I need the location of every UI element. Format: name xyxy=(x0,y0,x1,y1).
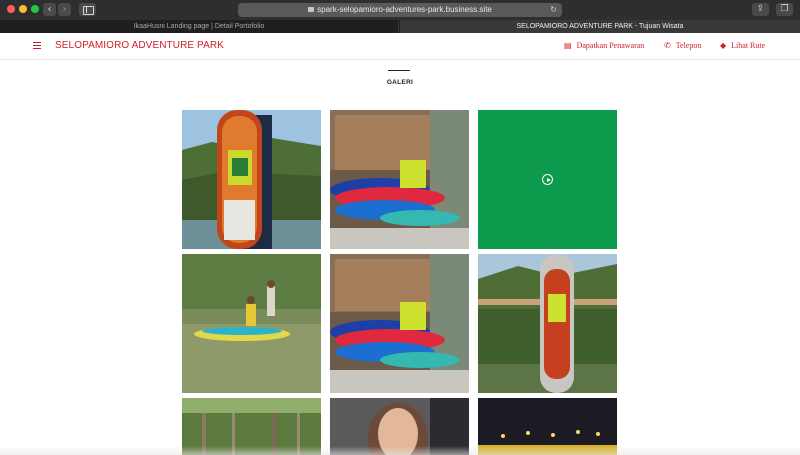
gallery-title: GALERI xyxy=(386,79,414,86)
lock-icon xyxy=(308,7,315,12)
site-brand[interactable]: SELOPAMIORO ADVENTURE PARK xyxy=(55,40,224,51)
directions-link[interactable]: ◆ Lihat Rute xyxy=(720,41,765,50)
offer-icon: ▤ xyxy=(564,41,572,50)
address-url: spark-selopamioro-adventures-park.busine… xyxy=(317,5,492,14)
gallery-photo-kayakers[interactable] xyxy=(182,254,321,393)
play-icon[interactable] xyxy=(542,174,553,185)
browser-titlebar: ‹ › spark-selopamioro-adventures-park.bu… xyxy=(0,0,800,20)
directions-label: Lihat Rute xyxy=(731,41,766,50)
tab-portfolio[interactable]: IkaaHusni Landing page | Detail Portofol… xyxy=(0,20,399,33)
zoom-window-button[interactable] xyxy=(31,5,39,13)
section-divider xyxy=(388,70,410,71)
directions-icon: ◆ xyxy=(720,41,727,50)
tab-bar: IkaaHusni Landing page | Detail Portofol… xyxy=(0,20,800,33)
page-bottom-shadow xyxy=(0,446,800,455)
get-offer-label: Dapatkan Penawaran xyxy=(576,41,645,50)
show-tabs-icon[interactable]: ❐ xyxy=(776,3,793,16)
image-icon xyxy=(478,254,617,393)
close-window-button[interactable] xyxy=(7,5,15,13)
gallery-photo-stacked-kayaks[interactable] xyxy=(330,110,469,249)
image-icon xyxy=(182,254,321,393)
back-button[interactable]: ‹ xyxy=(43,3,56,16)
share-icon[interactable]: ⇪ xyxy=(752,3,769,16)
image-icon xyxy=(330,254,469,393)
image-icon xyxy=(330,110,469,249)
address-bar[interactable]: spark-selopamioro-adventures-park.busine… xyxy=(238,3,562,17)
gallery-photo-paddleboard-riverbank[interactable] xyxy=(182,110,321,249)
gallery-photo-stacked-kayaks-2[interactable] xyxy=(330,254,469,393)
forward-button[interactable]: › xyxy=(58,3,71,16)
gallery-photo-paddleboard-bridge[interactable] xyxy=(478,254,617,393)
call-label: Telepon xyxy=(675,41,702,50)
reload-icon[interactable]: ↻ xyxy=(550,3,557,17)
image-icon xyxy=(182,110,321,249)
site-header: SELOPAMIORO ADVENTURE PARK ▤ Dapatkan Pe… xyxy=(0,33,800,60)
tab-selopamioro[interactable]: SELOPAMIORO ADVENTURE PARK - Tujuan Wisa… xyxy=(400,20,800,33)
minimize-window-button[interactable] xyxy=(19,5,27,13)
menu-icon[interactable] xyxy=(33,42,41,49)
sidebar-toggle-icon[interactable] xyxy=(79,3,96,16)
call-link[interactable]: ✆ Telepon xyxy=(664,41,701,50)
gallery-video-thumbnail[interactable] xyxy=(478,110,617,249)
get-offer-link[interactable]: ▤ Dapatkan Penawaran xyxy=(564,41,644,50)
browser-window: ‹ › spark-selopamioro-adventures-park.bu… xyxy=(0,0,800,455)
phone-icon: ✆ xyxy=(664,41,671,50)
